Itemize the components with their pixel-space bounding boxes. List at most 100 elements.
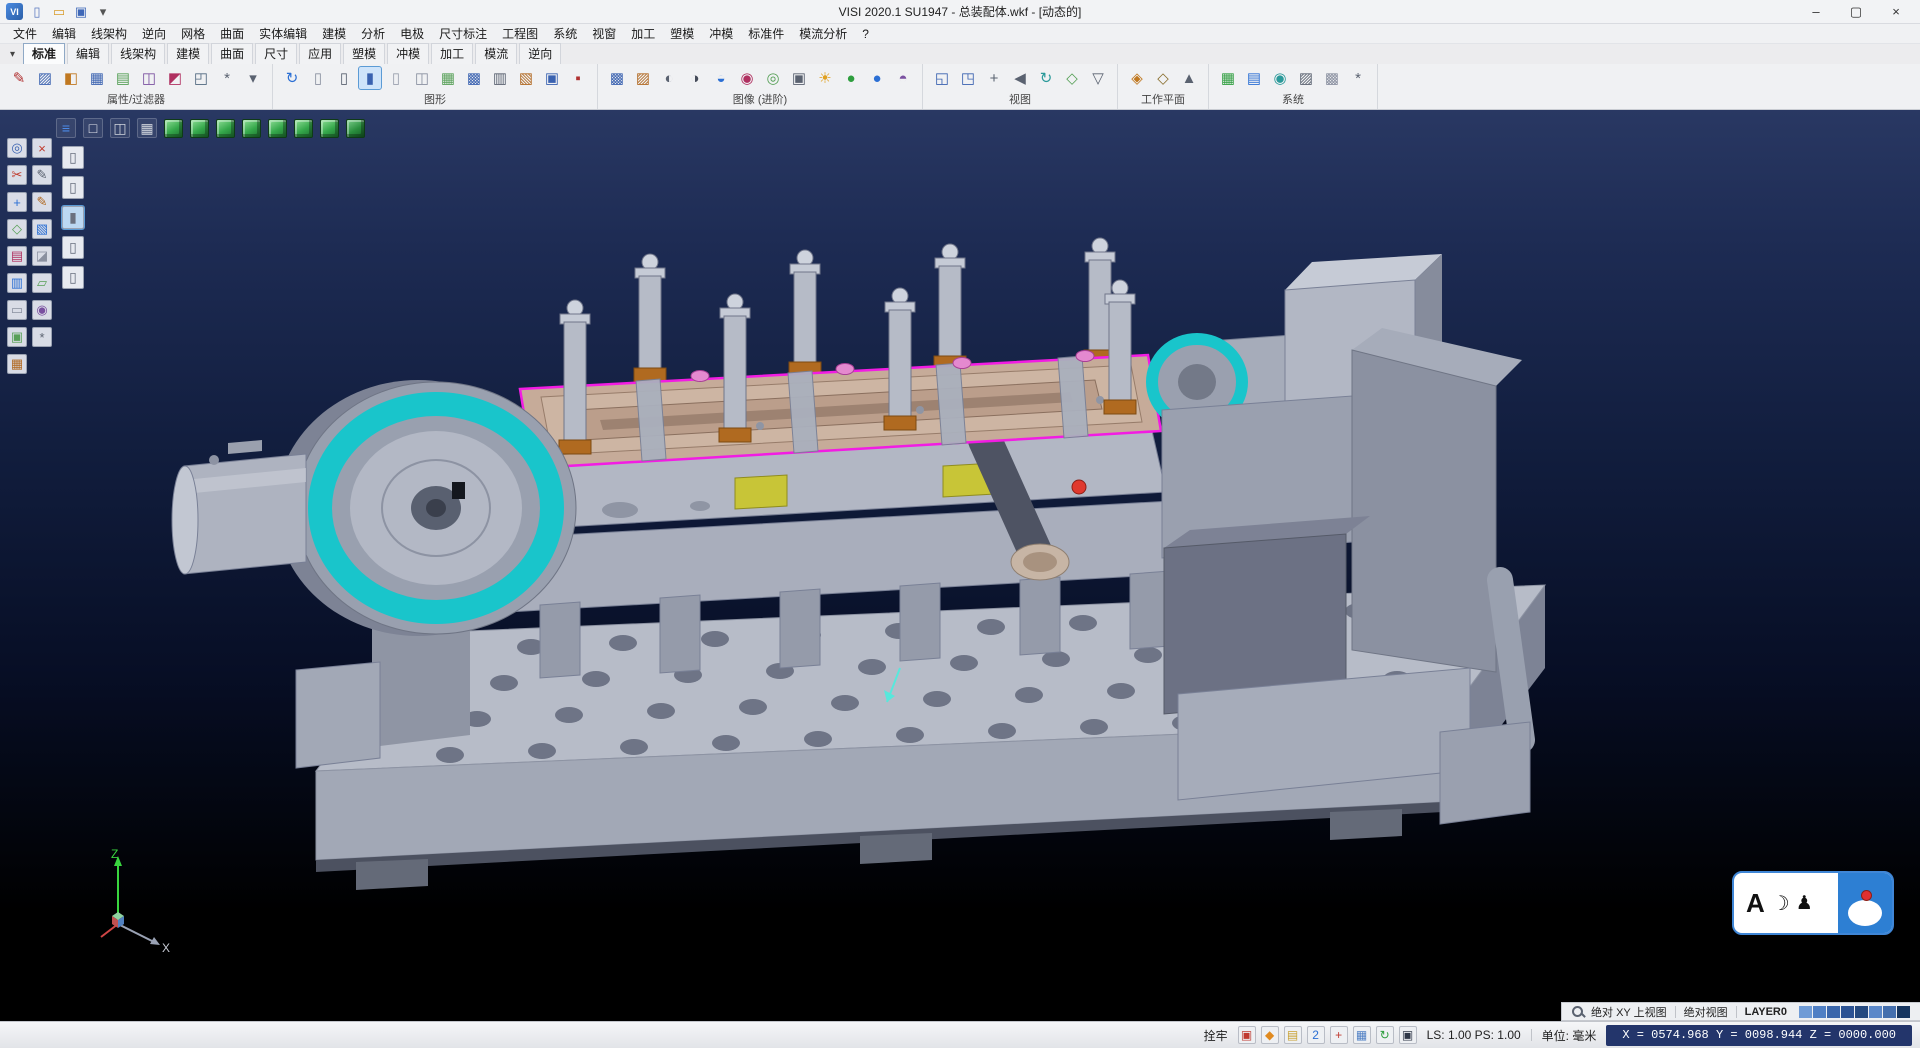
layer-color-swatch[interactable] — [1841, 1006, 1854, 1018]
settings-icon[interactable]: * — [32, 327, 52, 347]
tab-dimension[interactable]: 尺寸 — [255, 43, 297, 65]
export-icon[interactable]: ▦ — [7, 354, 27, 374]
menu-mesh[interactable]: 网格 — [174, 24, 212, 43]
rotate-view-icon[interactable]: ↻ — [1035, 67, 1057, 89]
tab-die[interactable]: 冲模 — [387, 43, 429, 65]
layer-color-swatch[interactable] — [1813, 1006, 1826, 1018]
folder-icon[interactable]: ▤ — [1284, 1026, 1302, 1044]
menu-dimension[interactable]: 尺寸标注 — [432, 24, 494, 43]
menu-solid-edit[interactable]: 实体编辑 — [252, 24, 314, 43]
window-grid-icon[interactable]: ▦ — [137, 118, 157, 138]
render-icon[interactable]: ◎ — [762, 67, 784, 89]
view-top-icon[interactable] — [190, 119, 209, 138]
quick-filter-icon[interactable]: ◩ — [164, 67, 186, 89]
layer-color-swatch[interactable] — [1897, 1006, 1910, 1018]
flame-icon[interactable]: ◆ — [1261, 1026, 1279, 1044]
table-icon[interactable]: ▣ — [541, 67, 563, 89]
shading-icon[interactable]: ◐ — [658, 67, 680, 89]
menu-electrode[interactable]: 电极 — [393, 24, 431, 43]
layer-color-swatch[interactable] — [1799, 1006, 1812, 1018]
tab-reverse[interactable]: 逆向 — [519, 43, 561, 65]
stamp-icon[interactable]: ▣ — [7, 327, 27, 347]
menu-modeling[interactable]: 建模 — [315, 24, 353, 43]
refresh-icon[interactable]: ↻ — [1376, 1026, 1394, 1044]
pin-icon[interactable]: ▣ — [1238, 1026, 1256, 1044]
maximize-button[interactable]: ▢ — [1836, 0, 1876, 23]
regenerate-icon[interactable]: ↻ — [281, 67, 303, 89]
view-left-icon[interactable] — [268, 119, 287, 138]
menu-system[interactable]: 系统 — [546, 24, 584, 43]
quick-access-caret[interactable]: ▾ — [93, 2, 113, 22]
system-colors-icon[interactable]: ▦ — [1217, 67, 1239, 89]
saved-views-icon[interactable]: ▽ — [1087, 67, 1109, 89]
info-icon[interactable]: 2 — [1307, 1026, 1325, 1044]
body-state-icon-2[interactable]: ▯ — [62, 176, 84, 199]
shaded-mode-icon[interactable]: ▮ — [359, 67, 381, 89]
hidden-line-mode-icon[interactable]: ▯ — [333, 67, 355, 89]
ghost-mode-icon[interactable]: ▯ — [385, 67, 407, 89]
tab-machining[interactable]: 加工 — [431, 43, 473, 65]
save-icon[interactable]: ▣ — [71, 2, 91, 22]
selection-filter-icon[interactable]: ◫ — [138, 67, 160, 89]
workplane-settings-icon[interactable]: ▲ — [1178, 67, 1200, 89]
eraser-icon[interactable]: ◪ — [32, 246, 52, 266]
delete-icon[interactable]: × — [32, 138, 52, 158]
filter-settings-icon[interactable]: * — [216, 67, 238, 89]
menu-surface[interactable]: 曲面 — [213, 24, 251, 43]
group-overflow-caret[interactable]: ▾ — [242, 67, 264, 89]
color-filter-icon[interactable]: ◧ — [60, 67, 82, 89]
view-iso-saved-icon[interactable] — [346, 119, 365, 138]
close-button[interactable]: × — [1876, 0, 1916, 23]
tab-mold[interactable]: 塑模 — [343, 43, 385, 65]
attribute-brush-icon[interactable]: ▨ — [34, 67, 56, 89]
tab-surface[interactable]: 曲面 — [211, 43, 253, 65]
image-quality-icon[interactable]: ▩ — [606, 67, 628, 89]
view-right-icon[interactable] — [294, 119, 313, 138]
menu-drawing[interactable]: 工程图 — [495, 24, 545, 43]
light-icon[interactable]: ☀ — [814, 67, 836, 89]
view-axonometric-icon[interactable] — [164, 119, 183, 138]
book-icon[interactable]: ▧ — [32, 219, 52, 239]
workplane-icon[interactable]: ◈ — [1126, 67, 1148, 89]
absolute-view-label[interactable]: 绝对视图 — [1684, 1004, 1728, 1020]
menu-die[interactable]: 冲模 — [702, 24, 740, 43]
tab-dropdown-caret[interactable]: ▾ — [4, 49, 21, 60]
body-state-icon-1[interactable]: ▯ — [62, 146, 84, 169]
tab-application[interactable]: 应用 — [299, 43, 341, 65]
menu-help[interactable]: ? — [855, 26, 876, 42]
texture-icon[interactable]: ▨ — [632, 67, 654, 89]
options-icon[interactable]: * — [1347, 67, 1369, 89]
layer-color-swatch[interactable] — [1869, 1006, 1882, 1018]
zoom-select-icon[interactable]: ◎ — [7, 138, 27, 158]
pencil-icon[interactable]: ✎ — [32, 165, 52, 185]
window-split-icon[interactable]: ◫ — [110, 118, 130, 138]
layer-manager-icon[interactable]: ▤ — [1243, 67, 1265, 89]
tool-icon[interactable]: + — [1330, 1026, 1348, 1044]
zoom-window-icon[interactable]: ◳ — [957, 67, 979, 89]
trim-icon[interactable]: ✂ — [7, 165, 27, 185]
mini-palette-icon[interactable]: ▦ — [1353, 1026, 1371, 1044]
previous-view-icon[interactable]: ◀ — [1009, 67, 1031, 89]
layer-color-swatch[interactable] — [1827, 1006, 1840, 1018]
zoom-all-icon[interactable]: ◱ — [931, 67, 953, 89]
snap-lock-label[interactable]: 拴牢 — [1204, 1027, 1228, 1044]
view-bottom-icon[interactable] — [320, 119, 339, 138]
search-icon[interactable] — [1572, 1006, 1583, 1017]
view-mode-label[interactable]: 绝对 XY 上视图 — [1591, 1004, 1667, 1020]
earth-green-icon[interactable]: ● — [840, 67, 862, 89]
wireframe-mode-icon[interactable]: ▯ — [307, 67, 329, 89]
menu-standard-parts[interactable]: 标准件 — [741, 24, 791, 43]
reflection-icon[interactable]: ◒ — [710, 67, 732, 89]
palette-icon[interactable]: ◉ — [32, 300, 52, 320]
grid-display-icon[interactable]: ▩ — [463, 67, 485, 89]
menu-reverse[interactable]: 逆向 — [135, 24, 173, 43]
view-back-icon[interactable] — [242, 119, 261, 138]
layer-filter-icon[interactable]: ▤ — [112, 67, 134, 89]
section-view-icon[interactable]: ◫ — [411, 67, 433, 89]
ruler-icon[interactable]: ▱ — [32, 273, 52, 293]
list-view-icon[interactable]: ▥ — [489, 67, 511, 89]
workplane-align-icon[interactable]: ◇ — [1152, 67, 1174, 89]
menu-mold[interactable]: 塑模 — [663, 24, 701, 43]
origin-snap-icon[interactable]: + — [7, 192, 27, 212]
tab-wireframe[interactable]: 线架构 — [111, 43, 165, 65]
